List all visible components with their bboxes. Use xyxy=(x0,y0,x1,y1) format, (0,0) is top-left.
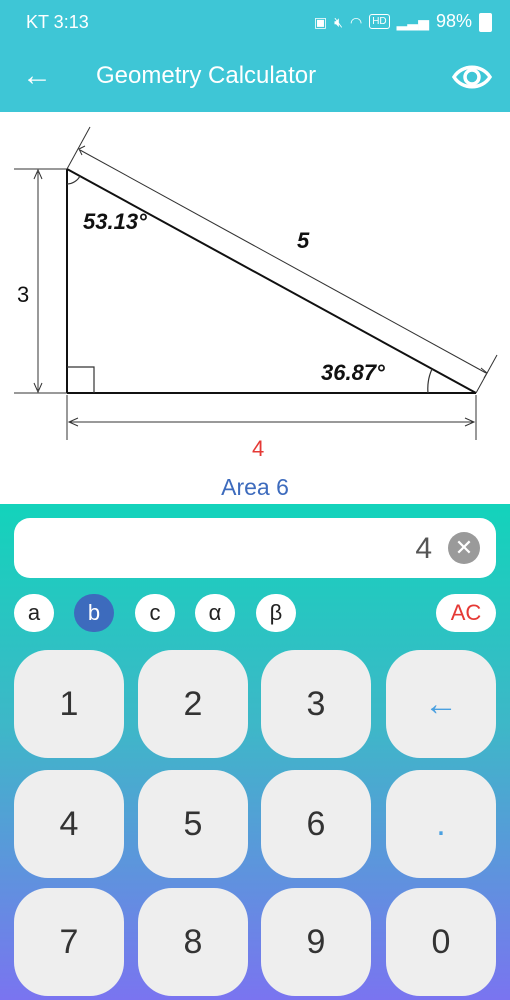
mute-icon: 🔇︎ xyxy=(334,13,343,30)
key-1[interactable]: 1 xyxy=(14,650,124,758)
input-panel: 4 ✕ a b c α β AC 1 2 3 ← 4 5 6 . 7 8 9 0 xyxy=(0,504,510,1000)
key-6[interactable]: 6 xyxy=(261,770,371,878)
signal-icon: ▂▃▅ xyxy=(396,13,429,30)
chip-side-a[interactable]: a xyxy=(14,594,54,632)
notification-icon: ▣ xyxy=(313,13,328,30)
all-clear-button[interactable]: AC xyxy=(436,594,496,632)
app-bar: ← Geometry Calculator xyxy=(0,44,510,112)
battery-icon xyxy=(479,13,492,32)
dimension-line-a xyxy=(14,168,67,394)
key-9[interactable]: 9 xyxy=(261,888,371,996)
display-value: 4 xyxy=(415,532,432,565)
chip-side-b[interactable]: b xyxy=(74,594,114,632)
back-arrow-icon[interactable]: ← xyxy=(22,58,52,94)
backspace-key[interactable]: ← xyxy=(386,650,496,758)
key-5[interactable]: 5 xyxy=(138,770,248,878)
right-angle-marker xyxy=(67,366,95,393)
beta-arc xyxy=(427,368,433,394)
side-c-label: 5 xyxy=(297,228,310,253)
angle-alpha-label: 53.13° xyxy=(83,209,147,234)
status-icons: ▣ 🔇︎ ◠ HD ▂▃▅ 98% xyxy=(314,11,492,32)
alpha-arc xyxy=(66,175,81,185)
chip-angle-alpha[interactable]: α xyxy=(195,594,235,632)
dimension-line-b xyxy=(66,395,477,440)
hd-icon: HD xyxy=(369,14,390,29)
wifi-icon: ◠ xyxy=(349,13,363,30)
clear-icon[interactable]: ✕ xyxy=(448,532,480,564)
chip-side-c[interactable]: c xyxy=(135,594,175,632)
status-bar: KT 3:13 ▣ 🔇︎ ◠ HD ▂▃▅ 98% xyxy=(0,0,510,44)
side-b-label: 4 xyxy=(252,436,264,461)
side-a-label: 3 xyxy=(17,282,29,307)
key-2[interactable]: 2 xyxy=(138,650,248,758)
status-time: KT 3:13 xyxy=(26,12,89,32)
value-display[interactable]: 4 ✕ xyxy=(14,518,496,578)
triangle-diagram: 3 4 5 53.13° 36.87° xyxy=(14,126,498,461)
eye-icon[interactable] xyxy=(451,60,493,99)
battery-percent: 98% xyxy=(435,11,472,31)
key-7[interactable]: 7 xyxy=(14,888,124,996)
chip-angle-beta[interactable]: β xyxy=(256,594,296,632)
key-3[interactable]: 3 xyxy=(261,650,371,758)
angle-beta-label: 36.87° xyxy=(321,360,385,385)
triangle-shape xyxy=(66,168,477,394)
dimension-line-c xyxy=(66,126,498,394)
key-4[interactable]: 4 xyxy=(14,770,124,878)
area-result: Area 6 xyxy=(221,474,289,500)
page-title: Geometry Calculator xyxy=(96,62,317,89)
key-8[interactable]: 8 xyxy=(138,888,248,996)
decimal-point-key[interactable]: . xyxy=(386,770,496,878)
key-0[interactable]: 0 xyxy=(386,888,496,996)
